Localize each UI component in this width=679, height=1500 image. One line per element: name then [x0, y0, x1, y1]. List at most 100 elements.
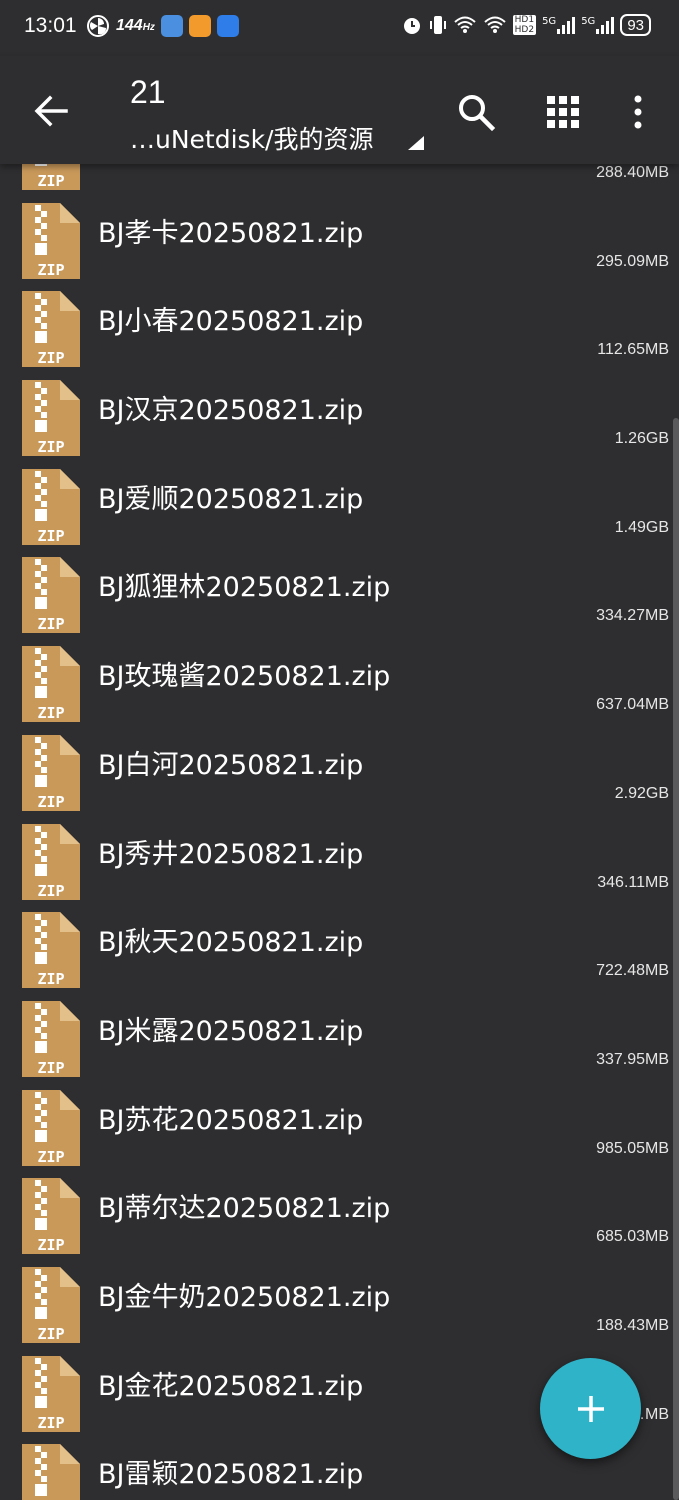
file-size: 337.95MB	[596, 1050, 669, 1068]
svg-text:ZIP: ZIP	[37, 1059, 64, 1077]
zip-file-icon: ZIP	[20, 910, 82, 990]
file-row[interactable]: ZIP BJ小春20250821.zip 112.65MB	[0, 281, 679, 370]
zip-file-icon: ZIP	[20, 644, 82, 724]
file-name: BJ米露20250821.zip	[98, 1015, 364, 1047]
file-row[interactable]: ZIP BJ蒂尔达20250821.zip 685.03MB	[0, 1168, 679, 1257]
status-time: 13:01	[24, 14, 77, 37]
zip-file-icon: ZIP	[20, 822, 82, 902]
file-row[interactable]: ZIP BJ金牛奶20250821.zip 188.43MB	[0, 1257, 679, 1346]
file-name: BJ玫瑰酱20250821.zip	[98, 661, 391, 693]
file-row[interactable]: ZIP BJ苏花20250821.zip 985.05MB	[0, 1080, 679, 1169]
svg-text:ZIP: ZIP	[37, 1148, 64, 1166]
file-row[interactable]: ZIP BJ米露20250821.zip 337.95MB	[0, 991, 679, 1080]
zip-file-icon: ZIP	[20, 164, 82, 192]
file-size: 188.43MB	[596, 1316, 669, 1334]
svg-text:ZIP: ZIP	[37, 970, 64, 988]
file-name: BJ狐狸林20250821.zip	[98, 572, 391, 604]
zip-file-icon: ZIP	[20, 289, 82, 369]
orange-app-icon	[188, 15, 211, 37]
file-name: BJ白河20250821.zip	[98, 749, 364, 781]
file-name: BJ苏花20250821.zip	[98, 1104, 364, 1136]
file-row[interactable]: ZIP BJ秀井20250821.zip 346.11MB	[0, 814, 679, 903]
file-row[interactable]: ZIP BJ玫瑰酱20250821.zip 637.04MB	[0, 636, 679, 725]
file-row[interactable]: ZIP BJ汉京20250821.zip 1.26GB	[0, 370, 679, 459]
file-size: 722.48MB	[596, 962, 669, 980]
wifi-icon	[453, 16, 476, 33]
file-size: 685.03MB	[596, 1228, 669, 1246]
zip-file-icon: ZIP	[20, 733, 82, 813]
fan-icon	[87, 15, 109, 37]
grid-view-icon[interactable]	[545, 94, 581, 130]
blue-app-icon	[216, 15, 239, 37]
file-name: BJ爱顺20250821.zip	[98, 483, 364, 515]
file-list[interactable]: ZIP 288.40MB ZIP BJ孝卡20250821.zip 295.09M…	[0, 164, 679, 1500]
add-button[interactable]	[540, 1358, 641, 1459]
hd-badge: HD1 HD2	[512, 15, 537, 35]
file-name: BJ雷颖20250821.zip	[98, 1459, 364, 1491]
svg-text:ZIP: ZIP	[37, 172, 64, 190]
svg-text:ZIP: ZIP	[37, 261, 64, 279]
file-name: BJ蒂尔达20250821.zip	[98, 1193, 391, 1225]
file-name: BJ金牛奶20250821.zip	[98, 1281, 391, 1313]
svg-text:ZIP: ZIP	[37, 1325, 64, 1343]
file-size: 112.65MB	[597, 341, 669, 359]
zip-file-icon: ZIP	[20, 467, 82, 547]
folder-title: 21	[130, 74, 166, 110]
file-name: BJ小春20250821.zip	[98, 306, 364, 338]
svg-text:ZIP: ZIP	[37, 1236, 64, 1254]
zip-file-icon: ZIP	[20, 1088, 82, 1168]
zip-file-icon: ZIP	[20, 1442, 82, 1500]
file-row[interactable]: ZIP BJ秋天20250821.zip 722.48MB	[0, 902, 679, 991]
zip-file-icon: ZIP	[20, 999, 82, 1079]
signal-icon: 5G	[542, 16, 576, 34]
file-size: 334.27MB	[596, 607, 669, 625]
file-row[interactable]: ZIP BJ爱顺20250821.zip 1.49GB	[0, 459, 679, 548]
back-arrow-icon[interactable]	[30, 90, 72, 132]
file-size: 637.04MB	[596, 696, 669, 714]
svg-text:ZIP: ZIP	[37, 438, 64, 456]
file-row[interactable]: ZIP 288.40MB	[0, 164, 679, 193]
plus-icon	[577, 1395, 604, 1422]
zip-file-icon: ZIP	[20, 1265, 82, 1345]
alarm-icon	[403, 18, 420, 34]
svg-text:ZIP: ZIP	[37, 793, 64, 811]
refresh-rate: 144Hz	[116, 17, 155, 34]
status-left-icons: 144Hz	[86, 14, 239, 38]
file-name: BJ孝卡20250821.zip	[98, 217, 364, 249]
svg-text:ZIP: ZIP	[37, 1414, 64, 1432]
status-bar: 13:01 144Hz HD1 HD2 5G 5G 93	[0, 0, 679, 56]
file-name: BJ秋天20250821.zip	[98, 927, 364, 959]
file-name: BJ秀井20250821.zip	[98, 838, 364, 870]
vibrate-icon	[429, 16, 446, 34]
file-size: 295.09MB	[596, 252, 669, 270]
file-size: 346.11MB	[597, 873, 669, 891]
svg-text:ZIP: ZIP	[37, 882, 64, 900]
scrollbar[interactable]	[673, 418, 679, 1500]
file-size: 1.49GB	[614, 518, 669, 536]
zip-file-icon: ZIP	[20, 378, 82, 458]
file-row[interactable]: ZIP BJ狐狸林20250821.zip 334.27MB	[0, 547, 679, 636]
search-icon[interactable]	[456, 92, 496, 132]
zip-file-icon: ZIP	[20, 1354, 82, 1434]
svg-text:ZIP: ZIP	[37, 615, 64, 633]
file-name: BJ汉京20250821.zip	[98, 395, 364, 427]
path-dropdown-icon[interactable]	[404, 134, 426, 152]
more-options-icon[interactable]	[628, 92, 648, 132]
wifi-icon	[483, 16, 506, 33]
zip-file-icon: ZIP	[20, 555, 82, 635]
file-size: 985.05MB	[596, 1139, 669, 1157]
file-row[interactable]: ZIP BJ白河20250821.zip 2.92GB	[0, 725, 679, 814]
folder-path[interactable]: …uNetdisk/我的资源	[130, 120, 373, 156]
app-bar: 21 …uNetdisk/我的资源	[0, 56, 679, 164]
file-size: 1.26GB	[614, 430, 669, 448]
signal-icon: 5G	[581, 16, 615, 34]
svg-text:ZIP: ZIP	[37, 704, 64, 722]
cloud-app-icon	[160, 15, 183, 37]
status-right-icons: HD1 HD2 5G 5G 93	[401, 14, 651, 36]
file-size: 2.92GB	[614, 784, 669, 802]
file-row[interactable]: ZIP BJ孝卡20250821.zip 295.09MB	[0, 193, 679, 282]
svg-text:ZIP: ZIP	[37, 349, 64, 367]
svg-text:ZIP: ZIP	[37, 527, 64, 545]
zip-file-icon: ZIP	[20, 201, 82, 281]
file-list-inner: ZIP 288.40MB ZIP BJ孝卡20250821.zip 295.09M…	[0, 164, 679, 1500]
